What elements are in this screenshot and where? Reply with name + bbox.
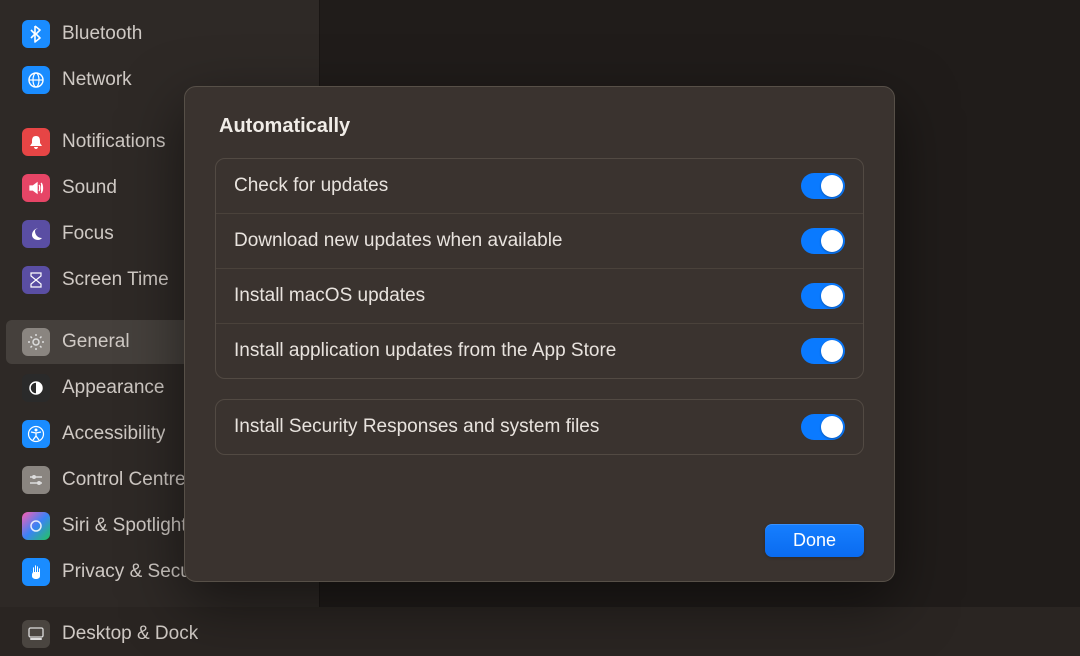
sidebar-item-label: Notifications: [62, 131, 166, 153]
row-download-updates: Download new updates when available: [216, 214, 863, 269]
sidebar-item-bluetooth[interactable]: Bluetooth: [6, 12, 313, 56]
settings-group-2: Install Security Responses and system fi…: [215, 399, 864, 455]
gear-icon: [22, 328, 50, 356]
row-label: Install Security Responses and system fi…: [234, 416, 599, 438]
speaker-icon: [22, 174, 50, 202]
accessibility-icon: [22, 420, 50, 448]
sidebar-item-label: Desktop & Dock: [62, 623, 198, 645]
row-label: Download new updates when available: [234, 230, 563, 252]
sliders-icon: [22, 466, 50, 494]
sidebar-item-label: Siri & Spotlight: [62, 515, 187, 537]
row-install-appstore: Install application updates from the App…: [216, 324, 863, 378]
moon-icon: [22, 220, 50, 248]
row-label: Install macOS updates: [234, 285, 425, 307]
sidebar-item-label: Appearance: [62, 377, 164, 399]
sidebar-item-label: Screen Time: [62, 269, 169, 291]
dialog-title: Automatically: [215, 115, 864, 138]
desktop-icon: [22, 620, 50, 648]
sidebar-item-label: Bluetooth: [62, 23, 142, 45]
toggle-install-macos[interactable]: [801, 283, 845, 309]
toggle-install-appstore[interactable]: [801, 338, 845, 364]
row-install-macos: Install macOS updates: [216, 269, 863, 324]
bell-icon: [22, 128, 50, 156]
sidebar-item-label: Control Centre: [62, 469, 186, 491]
hourglass-icon: [22, 266, 50, 294]
toggle-check-for-updates[interactable]: [801, 173, 845, 199]
sidebar-item-desktop[interactable]: Desktop & Dock: [6, 612, 313, 656]
sidebar-item-label: Accessibility: [62, 423, 165, 445]
siri-icon: [22, 512, 50, 540]
toggle-download-updates[interactable]: [801, 228, 845, 254]
appearance-icon: [22, 374, 50, 402]
sidebar-item-label: General: [62, 331, 130, 353]
sidebar-item-label: Focus: [62, 223, 114, 245]
sidebar-item-label: Network: [62, 69, 132, 91]
automatic-updates-dialog: Automatically Check for updates Download…: [184, 86, 895, 582]
bluetooth-icon: [22, 20, 50, 48]
row-label: Check for updates: [234, 175, 388, 197]
toggle-install-security[interactable]: [801, 414, 845, 440]
sidebar-item-label: Sound: [62, 177, 117, 199]
hand-icon: [22, 558, 50, 586]
row-install-security: Install Security Responses and system fi…: [216, 400, 863, 454]
done-button[interactable]: Done: [765, 524, 864, 557]
row-check-for-updates: Check for updates: [216, 159, 863, 214]
row-label: Install application updates from the App…: [234, 340, 616, 362]
globe-icon: [22, 66, 50, 94]
settings-group-1: Check for updates Download new updates w…: [215, 158, 864, 379]
